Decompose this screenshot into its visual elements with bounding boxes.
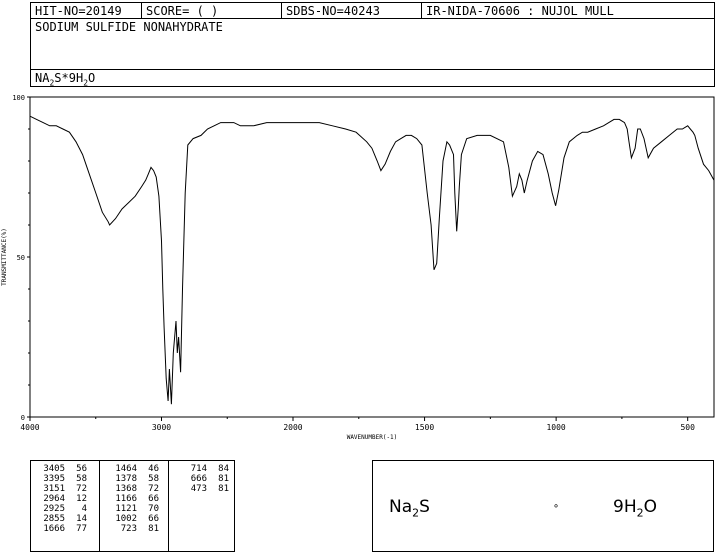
- formula-part: O: [88, 71, 96, 85]
- peak-wavenumber: 3151: [43, 484, 65, 494]
- header-bar: HIT-NO=20149 SCORE= ( ) SDBS-NO=40243 IR…: [30, 2, 715, 20]
- peak-row: 1378 58: [107, 474, 167, 484]
- structure-left: Na2S: [389, 497, 430, 519]
- peak-transmittance: 4: [81, 504, 87, 514]
- peak-row: 2855 14: [35, 514, 95, 524]
- peak-row: 3151 72: [35, 484, 95, 494]
- peak-row: 1166 66: [107, 494, 167, 504]
- peak-column-1: 3405 56 3395 58 3151 72 2964 12 2925 4 2855 14 1666 7…: [35, 464, 95, 534]
- peak-row: 1121 70: [107, 504, 167, 514]
- peak-row: 723 81: [107, 524, 167, 534]
- table-divider: [99, 461, 100, 551]
- molecular-formula: NA2S*9H2O: [31, 70, 431, 87]
- peak-transmittance: 81: [218, 484, 229, 494]
- x-tick-label: 4000: [20, 423, 39, 432]
- peak-transmittance: 72: [148, 484, 159, 494]
- x-tick-label: 2000: [283, 423, 302, 432]
- peak-transmittance: 77: [76, 524, 87, 534]
- x-tick-label: 1500: [415, 423, 434, 432]
- peak-transmittance: 66: [148, 494, 159, 504]
- plot-frame: [29, 96, 715, 418]
- y-tick-label: 50: [17, 254, 25, 262]
- structure-subscript: 2: [636, 506, 644, 520]
- peak-wavenumber: 2964: [43, 494, 65, 504]
- formula-part: NA: [35, 71, 50, 85]
- x-tick-label: 1000: [546, 423, 565, 432]
- structure-text: 9H: [613, 497, 637, 517]
- x-axis-label: WAVENUMBER(-1): [347, 434, 398, 441]
- peak-row: 2925 4: [35, 504, 95, 514]
- structure-text: O: [643, 497, 657, 517]
- spectrum-line: [29, 115, 715, 405]
- peak-transmittance: 66: [148, 514, 159, 524]
- structure-box: Na2S ∘ 9H2O: [372, 460, 714, 552]
- peak-row: 714 84: [177, 464, 232, 474]
- formula-part: S*9H: [54, 71, 84, 85]
- peak-row: 3395 58: [35, 474, 95, 484]
- peak-transmittance: 56: [76, 464, 87, 474]
- peak-transmittance: 58: [148, 474, 159, 484]
- peak-column-3: 714 84 666 81 473 81: [177, 464, 232, 494]
- peak-wavenumber: 666: [190, 474, 207, 484]
- x-tick-label: 3000: [152, 423, 171, 432]
- peak-wavenumber: 473: [190, 484, 207, 494]
- peak-transmittance: 12: [76, 494, 87, 504]
- peak-transmittance: 14: [76, 514, 87, 524]
- peak-wavenumber: 1378: [115, 474, 137, 484]
- peak-transmittance: 58: [76, 474, 87, 484]
- peak-wavenumber: 1666: [43, 524, 65, 534]
- structure-text: S: [419, 497, 430, 517]
- peak-row: 1002 66: [107, 514, 167, 524]
- compound-name-box: SODIUM SULFIDE NONAHYDRATE: [30, 18, 715, 70]
- peak-row: 473 81: [177, 484, 232, 494]
- x-tick-label: 500: [680, 423, 695, 432]
- y-axis-label: TRANSMITTANCE(%): [1, 228, 8, 286]
- structure-dot: ∘: [553, 501, 560, 512]
- y-tick-label: 0: [21, 414, 25, 422]
- peak-transmittance: 72: [76, 484, 87, 494]
- peak-wavenumber: 1166: [115, 494, 137, 504]
- peak-wavenumber: 2925: [43, 504, 65, 514]
- peak-wavenumber: 1368: [115, 484, 137, 494]
- structure-right: 9H2O: [613, 497, 657, 519]
- peak-transmittance: 46: [148, 464, 159, 474]
- table-divider: [168, 461, 169, 551]
- peak-table: 3405 56 3395 58 3151 72 2964 12 2925 4 2855 14 1666 7…: [30, 460, 235, 552]
- peak-wavenumber: 3395: [43, 474, 65, 484]
- peak-transmittance: 84: [218, 464, 229, 474]
- peak-transmittance: 70: [148, 504, 159, 514]
- peak-row: 666 81: [177, 474, 232, 484]
- peak-row: 3405 56: [35, 464, 95, 474]
- formula-box: NA2S*9H2O: [30, 69, 715, 87]
- peak-transmittance: 81: [148, 524, 159, 534]
- peak-column-2: 1464 46 1378 58 1368 72 1166 66 1121 70 1002 66 723 8…: [107, 464, 167, 534]
- peak-row: 1464 46: [107, 464, 167, 474]
- peak-row: 1666 77: [35, 524, 95, 534]
- peak-transmittance: 81: [218, 474, 229, 484]
- structure-text: Na: [389, 497, 413, 517]
- peak-wavenumber: 723: [120, 524, 137, 534]
- compound-name: SODIUM SULFIDE NONAHYDRATE: [35, 20, 223, 34]
- peak-wavenumber: 1464: [115, 464, 137, 474]
- peak-wavenumber: 2855: [43, 514, 65, 524]
- peak-row: 1368 72: [107, 484, 167, 494]
- peak-row: 2964 12: [35, 494, 95, 504]
- peak-wavenumber: 1121: [115, 504, 137, 514]
- peak-wavenumber: 1002: [115, 514, 137, 524]
- y-tick-label: 100: [12, 94, 25, 102]
- peak-wavenumber: 3405: [43, 464, 65, 474]
- peak-wavenumber: 714: [190, 464, 207, 474]
